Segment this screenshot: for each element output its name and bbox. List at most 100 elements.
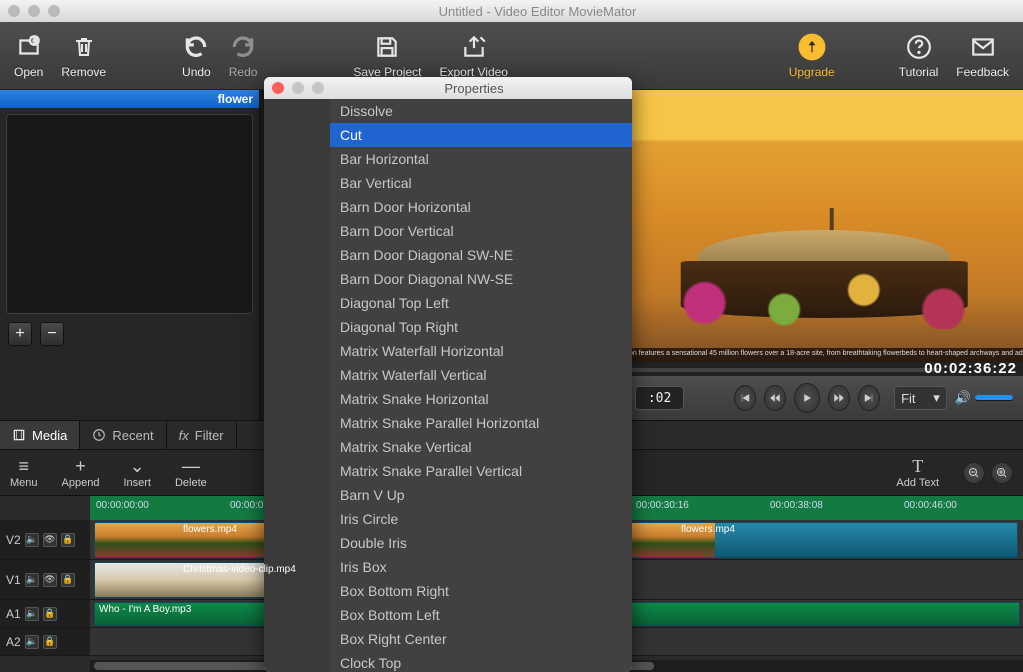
remove-button[interactable]: Remove: [61, 33, 106, 79]
rewind-button[interactable]: [764, 385, 786, 411]
preview-timecode: 00:02:36:22: [924, 360, 1017, 377]
upgrade-button[interactable]: Upgrade: [789, 33, 835, 79]
zoom-in-button[interactable]: [991, 462, 1013, 484]
open-icon: [15, 33, 43, 61]
redo-button[interactable]: Redo: [229, 33, 258, 79]
playback-controls: :02 Fit▾ 🔊: [625, 376, 1023, 420]
transition-option[interactable]: Matrix Snake Horizontal: [330, 387, 632, 411]
forward-button[interactable]: [828, 385, 850, 411]
close-window-dot[interactable]: [8, 5, 20, 17]
min-panel-dot[interactable]: [292, 82, 304, 94]
transition-option[interactable]: Bar Vertical: [330, 171, 632, 195]
help-icon: [905, 33, 933, 61]
transition-option[interactable]: Diagonal Top Right: [330, 315, 632, 339]
minimize-window-dot[interactable]: [28, 5, 40, 17]
volume-control[interactable]: 🔊: [955, 390, 1013, 406]
transition-option[interactable]: Clock Top: [330, 651, 632, 672]
preview-canvas[interactable]: on features a sensational 45 million flo…: [625, 90, 1023, 362]
track-a1-head[interactable]: A1🔈🔒: [0, 600, 90, 627]
properties-title: Properties: [324, 81, 624, 96]
film-icon: [12, 428, 26, 442]
preview-panel: on features a sensational 45 million flo…: [625, 90, 1023, 420]
upgrade-icon: [798, 33, 826, 61]
menu-icon: ≡: [19, 457, 30, 475]
open-button[interactable]: Open: [14, 33, 43, 79]
save-icon: [373, 33, 401, 61]
transition-option[interactable]: Dissolve: [330, 99, 632, 123]
transition-option[interactable]: Matrix Snake Parallel Horizontal: [330, 411, 632, 435]
redo-icon: [229, 33, 257, 61]
remove-label: Remove: [61, 65, 106, 79]
play-button[interactable]: [794, 383, 820, 413]
remove-media-button[interactable]: −: [40, 322, 64, 346]
media-list[interactable]: [6, 114, 253, 314]
transition-option[interactable]: Double Iris: [330, 531, 632, 555]
properties-titlebar[interactable]: Properties: [264, 77, 632, 99]
traffic-lights: [8, 5, 60, 17]
upgrade-label: Upgrade: [789, 65, 835, 79]
tutorial-button[interactable]: Tutorial: [899, 33, 939, 79]
redo-label: Redo: [229, 65, 258, 79]
zoom-fit-select[interactable]: Fit▾: [894, 386, 947, 410]
add-media-button[interactable]: +: [8, 322, 32, 346]
skip-start-button[interactable]: [734, 385, 756, 411]
transition-option[interactable]: Barn Door Diagonal NW-SE: [330, 267, 632, 291]
append-button[interactable]: +Append: [62, 457, 100, 489]
transition-option[interactable]: Box Bottom Right: [330, 579, 632, 603]
transition-option[interactable]: Diagonal Top Left: [330, 291, 632, 315]
transition-option[interactable]: Iris Box: [330, 555, 632, 579]
delete-button[interactable]: —Delete: [175, 457, 207, 489]
mail-icon: [969, 33, 997, 61]
transition-option[interactable]: Barn V Up: [330, 483, 632, 507]
export-video-button[interactable]: Export Video: [439, 33, 508, 79]
save-project-button[interactable]: Save Project: [353, 33, 421, 79]
preview-scrubber[interactable]: 00:02:36:22: [625, 362, 1023, 376]
close-panel-dot[interactable]: [272, 82, 284, 94]
titlebar: Untitled - Video Editor MovieMator: [0, 0, 1023, 22]
plus-icon: +: [75, 457, 86, 475]
transition-option[interactable]: Bar Horizontal: [330, 147, 632, 171]
undo-icon: [182, 33, 210, 61]
eye-toggle-icon[interactable]: 👁: [43, 533, 57, 547]
timeline-menu-button[interactable]: ≡Menu: [10, 457, 38, 489]
minus-icon: —: [182, 457, 200, 475]
feedback-button[interactable]: Feedback: [956, 33, 1009, 79]
zoom-panel-dot[interactable]: [312, 82, 324, 94]
window-title: Untitled - Video Editor MovieMator: [60, 4, 1015, 19]
transition-option[interactable]: Box Right Center: [330, 627, 632, 651]
undo-button[interactable]: Undo: [182, 33, 211, 79]
transition-dropdown[interactable]: DissolveCutBar HorizontalBar VerticalBar…: [330, 99, 632, 672]
transition-option[interactable]: Barn Door Horizontal: [330, 195, 632, 219]
tab-media[interactable]: Media: [0, 421, 80, 449]
track-a2-head[interactable]: A2🔈🔒: [0, 628, 90, 655]
fx-icon: fx: [179, 428, 189, 443]
export-icon: [460, 33, 488, 61]
add-text-button[interactable]: TAdd Text: [896, 457, 939, 489]
transition-option[interactable]: Cut: [330, 123, 632, 147]
media-header[interactable]: flower: [0, 90, 259, 108]
track-v1-head[interactable]: V1🔈👁🔒: [0, 560, 90, 599]
transition-option[interactable]: Iris Circle: [330, 507, 632, 531]
clip-v2-flowers-b[interactable]: flowers.mp4: [598, 522, 1018, 558]
transition-option[interactable]: Matrix Snake Parallel Vertical: [330, 459, 632, 483]
transition-option[interactable]: Box Bottom Left: [330, 603, 632, 627]
lock-toggle-icon[interactable]: 🔒: [61, 533, 75, 547]
zoom-window-dot[interactable]: [48, 5, 60, 17]
transition-option[interactable]: Matrix Waterfall Vertical: [330, 363, 632, 387]
track-v2-head[interactable]: V2🔈👁🔒: [0, 520, 90, 559]
skip-end-button[interactable]: [858, 385, 880, 411]
timecode-input[interactable]: :02: [635, 386, 684, 410]
transition-option[interactable]: Barn Door Diagonal SW-NE: [330, 243, 632, 267]
transition-option[interactable]: Matrix Snake Vertical: [330, 435, 632, 459]
tutorial-label: Tutorial: [899, 65, 939, 79]
feedback-label: Feedback: [956, 65, 1009, 79]
text-icon: T: [912, 457, 923, 475]
transition-option[interactable]: Barn Door Vertical: [330, 219, 632, 243]
tab-recent[interactable]: Recent: [80, 421, 166, 449]
tab-filter[interactable]: fx Filter: [167, 421, 237, 449]
insert-button[interactable]: ⌄Insert: [123, 457, 151, 489]
zoom-out-button[interactable]: [963, 462, 985, 484]
vis-toggle-icon[interactable]: 🔈: [25, 533, 39, 547]
transition-option[interactable]: Matrix Waterfall Horizontal: [330, 339, 632, 363]
clock-icon: [92, 428, 106, 442]
